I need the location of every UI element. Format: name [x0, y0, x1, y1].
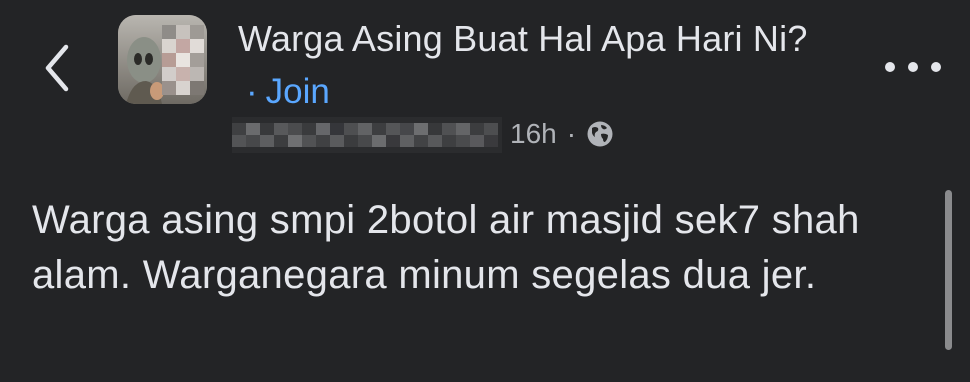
group-name[interactable]: Warga Asing Buat Hal Apa Hari Ni?: [238, 17, 808, 61]
more-options-button[interactable]: [885, 48, 941, 86]
post-text: Warga asing smpi 2botol air masjid sek7 …: [32, 198, 860, 297]
more-horizontal-icon-dot: [931, 62, 941, 72]
back-button[interactable]: [34, 40, 80, 96]
join-row: · Join: [246, 70, 330, 114]
join-separator: ·: [246, 72, 258, 111]
scrollbar[interactable]: [945, 190, 952, 350]
blurred-name-pixelation: [232, 117, 502, 153]
globe-icon[interactable]: [586, 120, 614, 148]
join-button[interactable]: Join: [266, 72, 330, 111]
post-time[interactable]: 16h: [510, 118, 557, 150]
post-meta: 16h ·: [510, 114, 614, 154]
more-horizontal-icon: [885, 62, 895, 72]
more-horizontal-icon-dot: [908, 62, 918, 72]
post-screen: Warga Asing Buat Hal Apa Hari Ni? ·Join: [0, 0, 970, 382]
chevron-left-icon: [45, 44, 69, 92]
meta-separator: ·: [566, 118, 577, 149]
group-avatar[interactable]: [118, 15, 207, 104]
author-name-blurred[interactable]: [232, 117, 502, 153]
group-avatar-image: [118, 15, 207, 104]
